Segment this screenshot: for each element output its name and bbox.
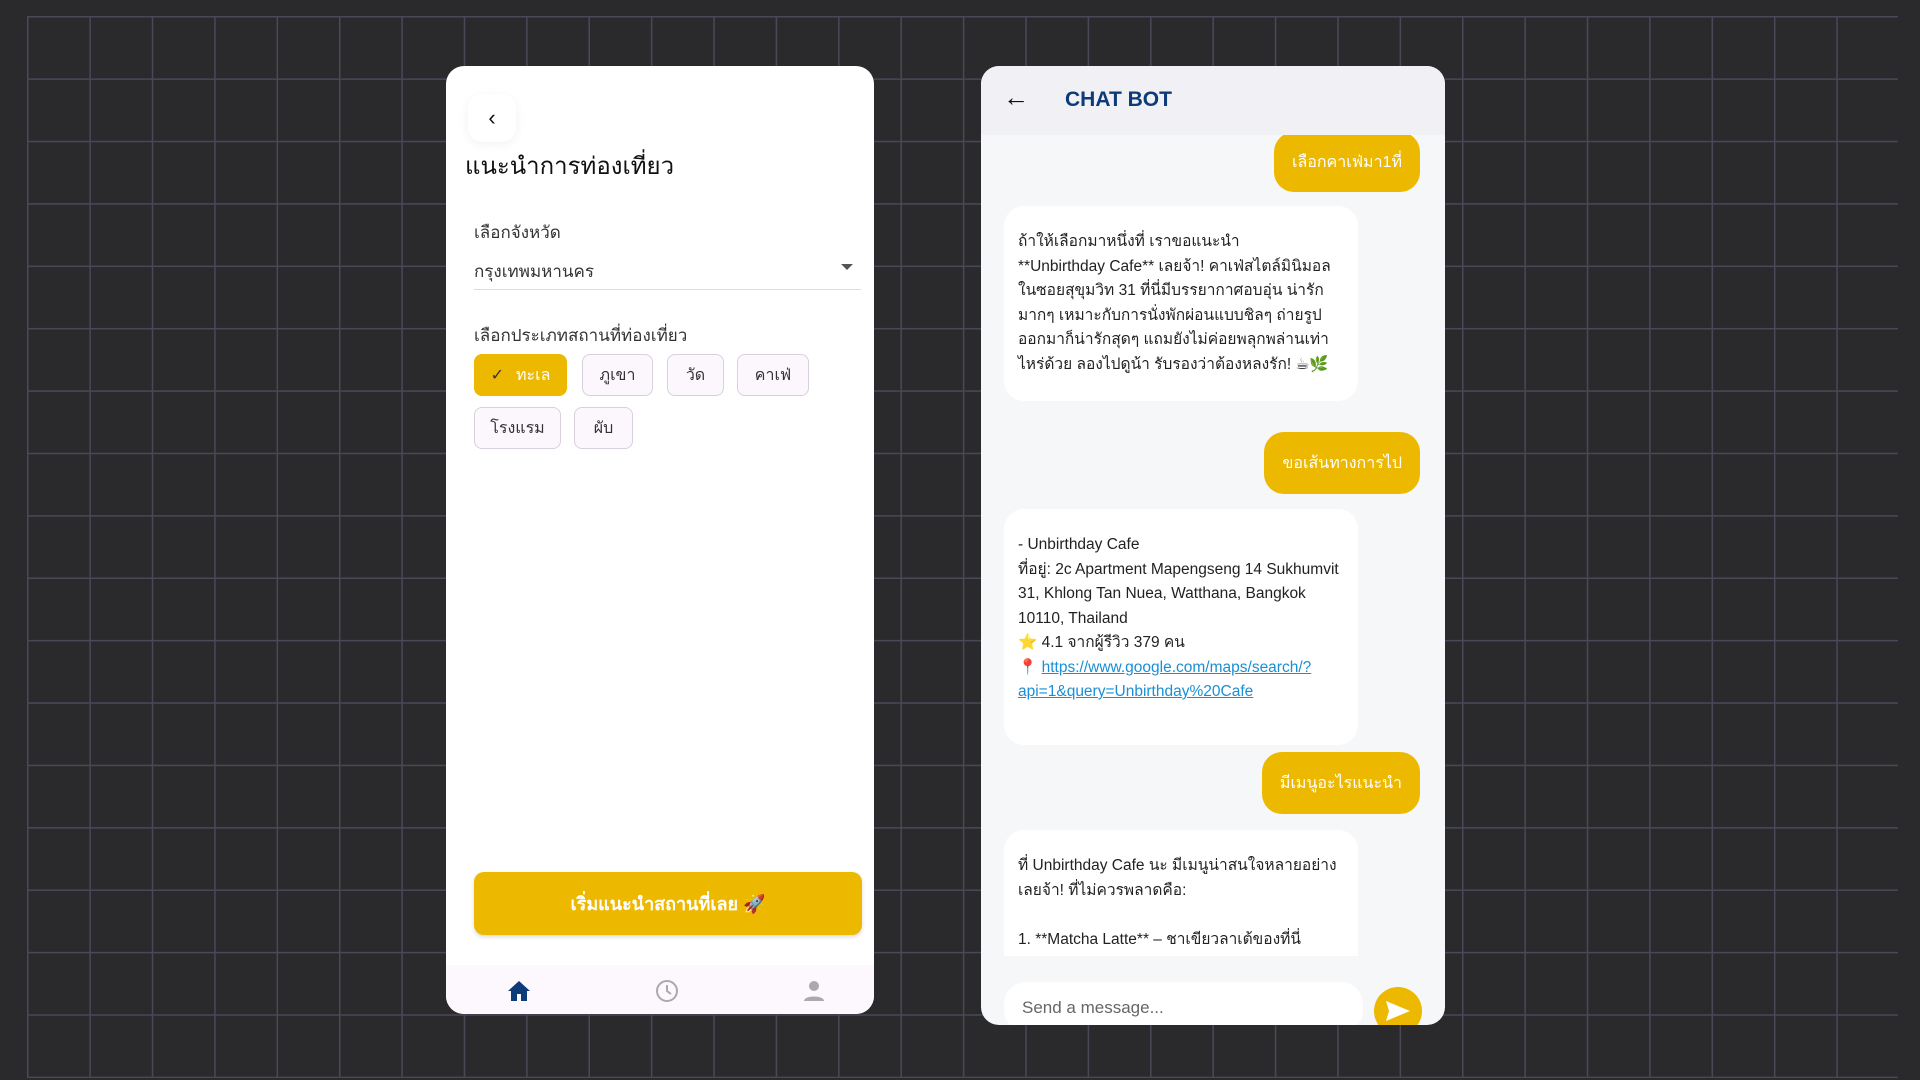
province-label: เลือกจังหวัด xyxy=(474,223,561,242)
chip-pub[interactable]: ผับ xyxy=(574,407,633,449)
chevron-left-icon: ‹ xyxy=(488,105,496,130)
travel-recommend-screen: ‹ แนะนำการท่องเที่ยว เลือกจังหวัด กรุงเท… xyxy=(446,66,874,1014)
bottom-nav xyxy=(446,965,874,1014)
page-title: แนะนำการท่องเที่ยว xyxy=(465,153,675,180)
bot-message: ที่ Unbirthday Cafe นะ มีเมนูน่าสนใจหลาย… xyxy=(1004,830,1358,956)
user-message: เลือกคาเฟ่มา1ที่ xyxy=(1273,135,1420,192)
send-button[interactable] xyxy=(1374,987,1422,1025)
bot-message: - Unbirthday Cafe ที่อยู่: 2c Apartment … xyxy=(1004,509,1358,745)
person-icon xyxy=(804,981,824,1001)
chip-hotel[interactable]: โรงแรม xyxy=(474,407,561,449)
chip-sea[interactable]: ✓ ทะเล xyxy=(474,354,567,396)
chat-title: CHAT BOT xyxy=(1065,88,1172,111)
chat-header: ← CHAT BOT xyxy=(981,66,1445,135)
clock-icon xyxy=(656,980,678,1002)
chip-cafe[interactable]: คาเฟ่ xyxy=(737,354,809,396)
user-message: มีเมนูอะไรแนะนำ xyxy=(1261,752,1420,814)
message-input[interactable]: Send a message... xyxy=(1004,982,1363,1025)
background-grid xyxy=(27,16,1898,1078)
chip-label: ทะเล xyxy=(515,366,551,384)
nav-home[interactable] xyxy=(505,977,533,1005)
maps-link[interactable]: https://www.google.com/maps/search/?api=… xyxy=(1018,659,1311,701)
nav-history[interactable] xyxy=(653,977,681,1005)
user-message: ขอเส้นทางการไป xyxy=(1264,432,1420,494)
category-label: เลือกประเภทสถานที่ท่องเที่ยว xyxy=(474,326,688,345)
message-text: - Unbirthday Cafe ที่อยู่: 2c Apartment … xyxy=(1018,536,1339,676)
chip-label: คาเฟ่ xyxy=(754,366,792,384)
home-icon xyxy=(508,981,530,1001)
chip-label: ภูเขา xyxy=(599,366,636,384)
back-arrow-icon[interactable]: ← xyxy=(1003,82,1029,113)
chip-temple[interactable]: วัด xyxy=(667,354,724,396)
nav-profile[interactable] xyxy=(800,977,828,1005)
bot-message: ถ้าให้เลือกมาหนึ่งที่ เราขอแนะนำ **Unbir… xyxy=(1004,206,1358,401)
province-value: กรุงเทพมหานคร xyxy=(474,262,595,281)
chip-label: วัด xyxy=(685,366,706,384)
chip-label: ผับ xyxy=(593,419,614,437)
message-list[interactable]: เลือกคาเฟ่มา1ที่ ถ้าให้เลือกมาหนึ่งที่ เ… xyxy=(981,135,1445,956)
chatbot-screen: ← CHAT BOT เลือกคาเฟ่มา1ที่ ถ้าให้เลือกม… xyxy=(981,66,1445,1025)
send-icon xyxy=(1386,1001,1410,1021)
province-dropdown[interactable]: กรุงเทพมหานคร xyxy=(474,258,861,290)
dropdown-arrow-icon xyxy=(841,264,853,270)
check-icon: ✓ xyxy=(490,367,504,384)
chip-label: โรงแรม xyxy=(490,419,545,437)
back-button[interactable]: ‹ xyxy=(468,94,516,142)
start-recommend-button[interactable]: เริ่มแนะนำสถานที่เลย 🚀 xyxy=(474,872,862,935)
chip-mountain[interactable]: ภูเขา xyxy=(582,354,653,396)
